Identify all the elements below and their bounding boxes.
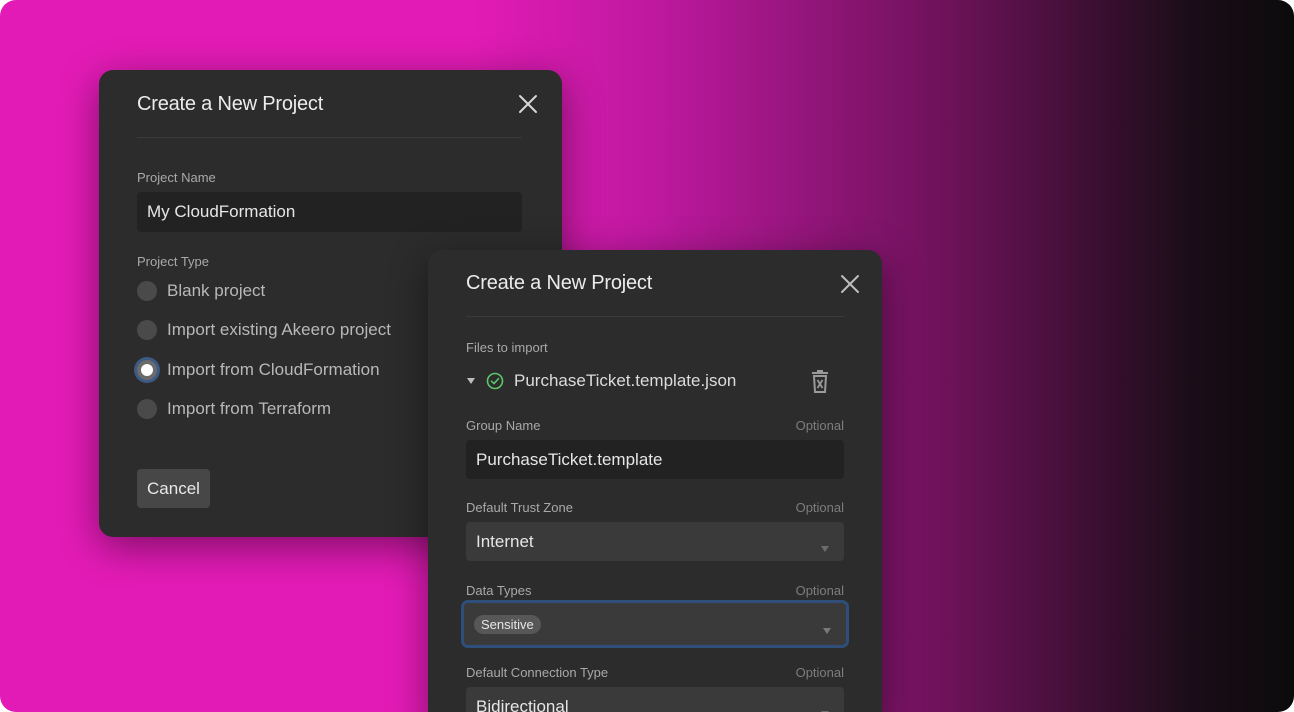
trust-zone-value: Internet [476,531,534,551]
radio-button-selected[interactable] [137,360,157,380]
trust-zone-optional: Optional [795,500,844,515]
project-type-label: Project Type [137,254,210,269]
group-name-label: Group Name [466,418,541,433]
radio-button[interactable] [137,281,157,301]
cancel-button[interactable]: Cancel [137,469,210,508]
radio-blank-project[interactable]: Blank project [137,281,265,301]
chevron-down-icon [822,620,832,640]
trust-zone-select[interactable]: Internet [466,522,844,561]
connection-type-optional: Optional [795,665,844,680]
data-type-chip[interactable]: Sensitive [474,614,541,634]
close-icon[interactable] [838,272,862,296]
background-canvas: Create a New Project Project Name My Clo… [0,0,1294,712]
radio-label: Import existing Akeero project [167,320,391,339]
project-name-input[interactable]: My CloudFormation [137,192,522,232]
group-name-optional: Optional [795,418,844,433]
check-circle-icon [486,372,504,390]
chevron-down-icon [820,538,830,558]
radio-import-cloudformation[interactable]: Import from CloudFormation [137,360,380,380]
dialog-title: Create a New Project [466,272,653,294]
radio-import-terraform[interactable]: Import from Terraform [137,399,331,419]
dialog-title: Create a New Project [137,93,324,115]
data-types-select[interactable]: Sensitive [464,603,846,645]
radio-button[interactable] [137,320,157,340]
close-icon[interactable] [516,92,540,116]
radio-import-akeero[interactable]: Import existing Akeero project [137,320,391,340]
radio-button[interactable] [137,399,157,419]
connection-type-label: Default Connection Type [466,665,609,680]
connection-type-value: Bidirectional [476,696,569,712]
data-types-optional: Optional [795,583,844,598]
trash-icon[interactable] [808,369,832,395]
group-name-input[interactable]: PurchaseTicket.template [466,440,844,479]
file-row: PurchaseTicket.template.json [466,371,736,391]
data-types-label: Data Types [466,583,532,598]
file-name: PurchaseTicket.template.json [514,371,737,390]
title-divider [466,316,844,317]
create-project-dialog-step2: Create a New Project Files to import Pur… [428,250,882,712]
connection-type-select[interactable]: Bidirectional [466,687,844,712]
files-to-import-label: Files to import [466,340,548,355]
chevron-down-icon [820,703,830,712]
trust-zone-label: Default Trust Zone [466,500,573,515]
caret-down-icon[interactable] [466,376,476,386]
project-name-label: Project Name [137,170,216,185]
radio-label: Import from Terraform [167,399,332,418]
title-divider [137,137,522,138]
radio-label: Blank project [167,281,266,300]
radio-label: Import from CloudFormation [167,360,380,379]
